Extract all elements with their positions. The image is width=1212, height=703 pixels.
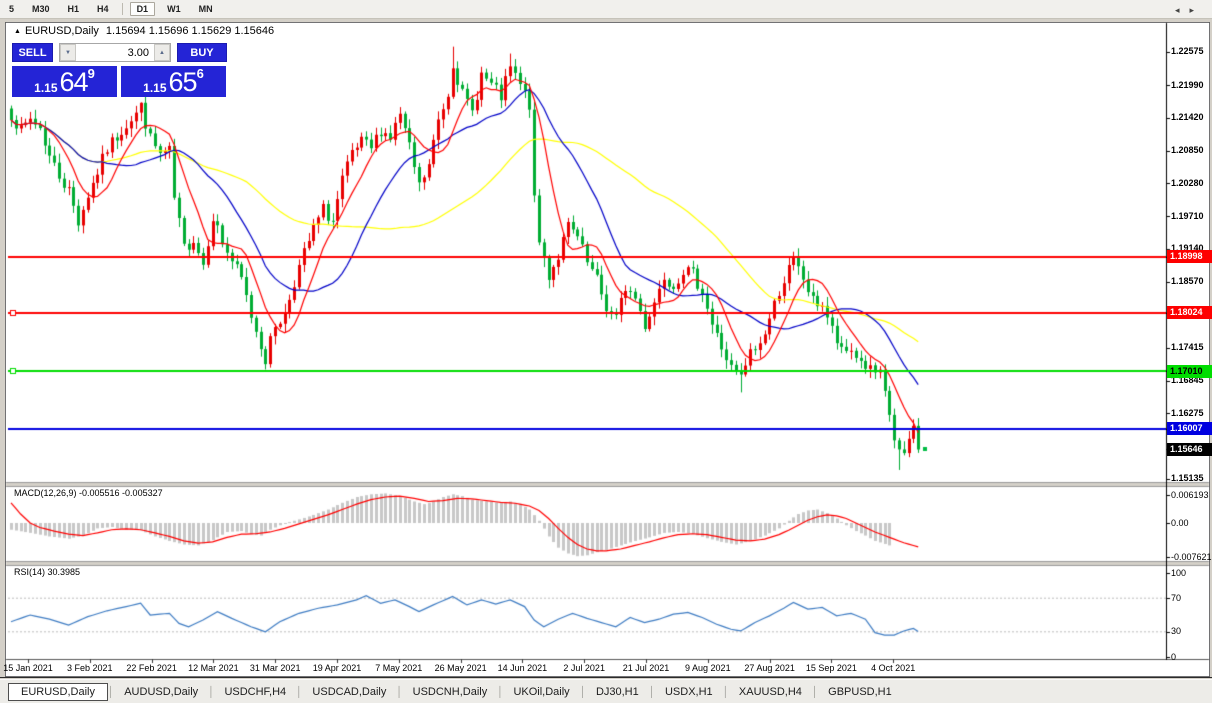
price-axis-label: 1.21420 (1171, 112, 1204, 123)
chart-tab-dj30[interactable]: DJ30,H1 (586, 684, 649, 700)
chart-tab-usdx[interactable]: USDX,H1 (655, 684, 723, 700)
volume-group: ▼ ▲ (59, 43, 171, 62)
price-flag: 1.18024 (1167, 306, 1212, 320)
sell-price-small: 1.15 (34, 81, 58, 95)
sell-price-panel[interactable]: 1.15 64 9 (12, 66, 117, 97)
rsi-axis-label: 0 (1171, 651, 1177, 662)
sell-button[interactable]: SELL (12, 43, 53, 62)
macd-axis-label: -0.007621 (1171, 551, 1212, 562)
mt4-terminal: 5M30H1H4D1W1MN ▲EURUSD,Daily1.15694 1.15… (0, 0, 1212, 703)
chart-tab-gbpusd[interactable]: GBPUSD,H1 (818, 684, 902, 700)
chart-title: ▲ EURUSD,Daily 1.15694 1.15696 1.15629 1.1… (14, 25, 274, 37)
chart-tab-xauusd[interactable]: XAUUSD,H4 (729, 684, 812, 700)
price-flag: 1.17010 (1167, 364, 1212, 378)
price-flag: 1.18998 (1167, 250, 1212, 264)
chart-symbol-label: EURUSD,Daily (24, 25, 99, 37)
price-axis-label: 1.22575 (1171, 46, 1204, 57)
rsi-axis-label: 30 (1171, 626, 1182, 637)
date-axis-label: 19 Apr 2021 (312, 663, 362, 673)
date-axis-label: 22 Feb 2021 (126, 663, 177, 673)
window-bottom-border (0, 677, 1212, 678)
date-axis-label: 14 Jun 2021 (497, 663, 548, 673)
chart-tab-usdcnh[interactable]: USDCNH,Daily (403, 684, 498, 700)
chart-canvas[interactable] (0, 0, 1212, 703)
macd-axis-label: 0.00 (1171, 517, 1189, 528)
macd-axis-label: 0.006193 (1171, 489, 1209, 500)
date-axis-label: 4 Oct 2021 (871, 663, 916, 673)
price-axis-label: 1.20850 (1171, 145, 1204, 156)
price-axis-label: 1.18570 (1171, 276, 1204, 287)
buy-price-sup: 6 (196, 66, 204, 81)
buy-button[interactable]: BUY (177, 43, 227, 62)
rsi-label: RSI(14) 30.3985 (14, 567, 81, 577)
chart-tab-usdchf[interactable]: USDCHF,H4 (214, 684, 296, 700)
tab-scroll-left-icon[interactable]: ◂ (1175, 5, 1190, 15)
spin-up-icon: ▲ (159, 50, 165, 56)
rsi-axis-label: 100 (1171, 567, 1187, 578)
volume-decrease-button[interactable]: ▼ (60, 44, 76, 61)
date-axis-label: 9 Aug 2021 (685, 663, 731, 673)
tab-scroll-arrows: ◂▸ (1175, 5, 1204, 16)
chart-tab-audusd[interactable]: AUDUSD,Daily (114, 684, 208, 700)
price-axis-label: 1.21990 (1171, 79, 1204, 90)
volume-input[interactable] (76, 44, 154, 61)
rsi-axis-label: 70 (1171, 592, 1182, 603)
date-axis-label: 3 Feb 2021 (67, 663, 113, 673)
price-axis-label: 1.20280 (1171, 177, 1204, 188)
date-axis-label: 15 Jan 2021 (3, 663, 53, 673)
chart-ohlc-values: 1.15694 1.15696 1.15629 1.15646 (105, 25, 275, 37)
chart-tab-usdcad[interactable]: USDCAD,Daily (302, 684, 396, 700)
price-axis-label: 1.19710 (1171, 210, 1204, 221)
sell-price-big: 64 (59, 67, 89, 97)
price-axis-label: 1.16275 (1171, 407, 1204, 418)
date-axis-label: 26 May 2021 (434, 663, 487, 673)
tab-scroll-right-icon[interactable]: ▸ (1189, 5, 1204, 15)
spin-down-icon: ▼ (65, 50, 71, 56)
macd-label: MACD(12,26,9) -0.005516 -0.005327 (14, 488, 163, 498)
date-axis-label: 15 Sep 2021 (805, 663, 857, 673)
chart-tab-ukoil[interactable]: UKOil,Daily (503, 684, 579, 700)
symbol-triangle-icon: ▲ (14, 28, 21, 35)
chart-tab-bar: EURUSD,Daily │ AUDUSD,Daily │ USDCHF,H4 │ USDC… (0, 679, 1212, 703)
one-click-trade-panel: SELL ▼ ▲ BUY 1.15649 1.15656 (12, 43, 227, 97)
price-flag: 1.16007 (1167, 422, 1212, 436)
buy-price-small: 1.15 (143, 81, 167, 95)
date-axis-label: 27 Aug 2021 (744, 663, 795, 673)
price-axis-label: 1.15135 (1171, 473, 1204, 484)
price-axis-label: 1.17415 (1171, 342, 1204, 353)
volume-increase-button[interactable]: ▲ (154, 44, 170, 61)
buy-price-panel[interactable]: 1.15 65 6 (121, 66, 226, 97)
date-axis-label: 7 May 2021 (375, 663, 423, 673)
buy-price-big: 65 (168, 67, 198, 97)
date-axis-label: 31 Mar 2021 (249, 663, 301, 673)
date-axis-label: 21 Jul 2021 (622, 663, 670, 673)
price-flag: 1.15646 (1167, 442, 1212, 456)
date-axis-label: 12 Mar 2021 (188, 663, 239, 673)
date-axis-label: 2 Jul 2021 (563, 663, 605, 673)
sell-price-sup: 9 (87, 66, 95, 81)
chart-tab-eurusd[interactable]: EURUSD,Daily (8, 683, 108, 701)
